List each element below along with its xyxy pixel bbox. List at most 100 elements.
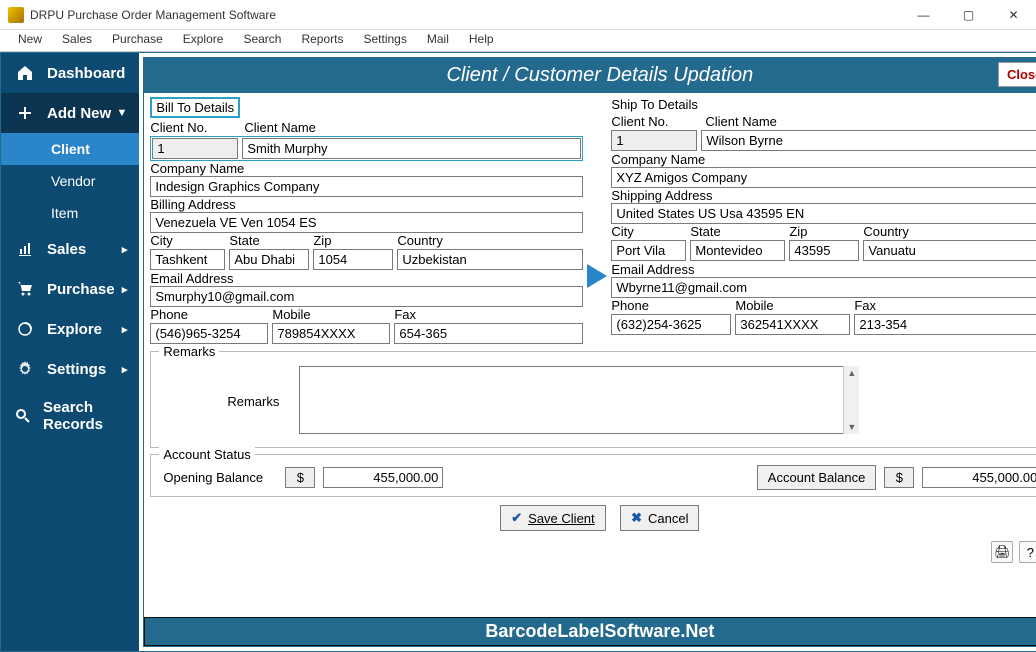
email-input[interactable] (150, 286, 583, 307)
menu-reports[interactable]: Reports (291, 30, 353, 51)
clientname-input[interactable] (242, 138, 581, 159)
ship-company-input[interactable] (611, 167, 1036, 188)
content-panel: Client / Customer Details Updation Close… (143, 57, 1036, 647)
ship-clientno-label: Client No. (611, 114, 701, 129)
ship-city-input[interactable] (611, 240, 686, 261)
ship-fax-input[interactable] (854, 314, 1036, 335)
ship-clientno-input (611, 130, 697, 151)
ship-clientname-label: Client Name (705, 114, 1036, 129)
sidebar-addnew[interactable]: Add New ▼ (1, 93, 139, 133)
plus-icon (15, 103, 35, 123)
ship-state-label: State (690, 224, 785, 239)
cancel-button[interactable]: ✖ Cancel (620, 505, 699, 531)
minimize-button[interactable]: — (901, 0, 946, 30)
chevron-down-icon: ▼ (116, 107, 127, 119)
form-body: Bill To Details Client No. Client Name C… (144, 93, 1036, 617)
menu-settings[interactable]: Settings (354, 30, 417, 51)
sidebar-settings[interactable]: Settings ▸ (1, 349, 139, 389)
state-input[interactable] (229, 249, 309, 270)
menu-sales[interactable]: Sales (52, 30, 102, 51)
content: Client / Customer Details Updation Close… (139, 53, 1036, 651)
country-input[interactable] (397, 249, 583, 270)
two-column: Bill To Details Client No. Client Name C… (150, 97, 1036, 345)
sidebar-explore[interactable]: Explore ▸ (1, 309, 139, 349)
ship-country-input[interactable] (863, 240, 1036, 261)
state-label: State (229, 233, 309, 248)
sidebar-sub-client[interactable]: Client (1, 133, 139, 165)
sidebar-sub-vendor[interactable]: Vendor (1, 165, 139, 197)
account-balance-input[interactable] (922, 467, 1036, 488)
clientno-input (152, 138, 238, 159)
help-icon[interactable]: ? (1019, 541, 1036, 563)
company-input[interactable] (150, 176, 583, 197)
mobile-input[interactable] (272, 323, 390, 344)
highlighted-field-group (150, 136, 583, 161)
maximize-button[interactable]: ▢ (946, 0, 991, 30)
menubar: New Sales Purchase Explore Search Report… (0, 30, 1036, 52)
footer-brand: BarcodeLabelSoftware.Net (144, 617, 1036, 646)
remarks-textarea[interactable] (299, 366, 859, 434)
sidebar-label: Sales (47, 241, 86, 258)
scroll-up-icon[interactable]: ▲ (844, 366, 859, 380)
phone-label: Phone (150, 307, 268, 322)
shipto-column: Ship To Details Client No. Client Name C… (611, 97, 1036, 345)
save-client-button[interactable]: ✔ Save Client (500, 505, 605, 531)
ship-zip-input[interactable] (789, 240, 859, 261)
copy-arrow (583, 97, 611, 345)
account-balance-button[interactable]: Account Balance (757, 465, 877, 490)
close-panel-button[interactable]: Close (998, 62, 1036, 87)
chevron-right-icon: ▸ (122, 283, 128, 296)
opening-balance-input[interactable] (323, 467, 443, 488)
arrow-icon (587, 264, 607, 288)
ship-mobile-label: Mobile (735, 298, 850, 313)
ship-zip-label: Zip (789, 224, 859, 239)
company-label: Company Name (150, 161, 583, 176)
account-currency (884, 467, 914, 488)
remarks-group: Remarks Remarks ▲ ▼ (150, 351, 1036, 448)
phone-input[interactable] (150, 323, 268, 344)
menu-search[interactable]: Search (233, 30, 291, 51)
billto-column: Bill To Details Client No. Client Name C… (150, 97, 583, 345)
main-area: Dashboard Add New ▼ Client Vendor Item S… (0, 52, 1036, 652)
sidebar-search-records[interactable]: Search Records (1, 389, 139, 443)
sidebar: Dashboard Add New ▼ Client Vendor Item S… (1, 53, 139, 651)
sidebar-label: Dashboard (47, 65, 125, 82)
scroll-down-icon[interactable]: ▼ (844, 420, 859, 434)
ship-phone-label: Phone (611, 298, 731, 313)
menu-mail[interactable]: Mail (417, 30, 459, 51)
menu-new[interactable]: New (8, 30, 52, 51)
ship-clientname-input[interactable] (701, 130, 1036, 151)
close-window-button[interactable]: ✕ (991, 0, 1036, 30)
menu-help[interactable]: Help (459, 30, 504, 51)
window-title: DRPU Purchase Order Management Software (30, 8, 901, 22)
check-icon: ✔ (511, 510, 522, 526)
print-icon[interactable]: 🖨 (991, 541, 1013, 563)
fax-input[interactable] (394, 323, 583, 344)
mobile-label: Mobile (272, 307, 390, 322)
window-controls: — ▢ ✕ (901, 0, 1036, 29)
sidebar-label: Settings (47, 361, 106, 378)
app-icon (8, 7, 24, 23)
shipaddr-input[interactable] (611, 203, 1036, 224)
billingaddr-label: Billing Address (150, 197, 583, 212)
menu-purchase[interactable]: Purchase (102, 30, 173, 51)
sidebar-dashboard[interactable]: Dashboard (1, 53, 139, 93)
billingaddr-input[interactable] (150, 212, 583, 233)
sidebar-sales[interactable]: Sales ▸ (1, 229, 139, 269)
menu-explore[interactable]: Explore (173, 30, 234, 51)
x-icon: ✖ (631, 510, 642, 526)
city-input[interactable] (150, 249, 225, 270)
sidebar-sub-item[interactable]: Item (1, 197, 139, 229)
scrollbar[interactable]: ▲ ▼ (843, 366, 859, 434)
clientname-label: Client Name (244, 120, 583, 135)
ship-phone-input[interactable] (611, 314, 731, 335)
zip-input[interactable] (313, 249, 393, 270)
ship-email-input[interactable] (611, 277, 1036, 298)
ship-mobile-input[interactable] (735, 314, 850, 335)
ship-state-input[interactable] (690, 240, 785, 261)
remarks-label: Remarks (227, 394, 279, 409)
search-icon (15, 406, 31, 426)
panel-title: Client / Customer Details Updation (446, 64, 753, 87)
opening-balance-label: Opening Balance (157, 470, 277, 485)
sidebar-purchase[interactable]: Purchase ▸ (1, 269, 139, 309)
